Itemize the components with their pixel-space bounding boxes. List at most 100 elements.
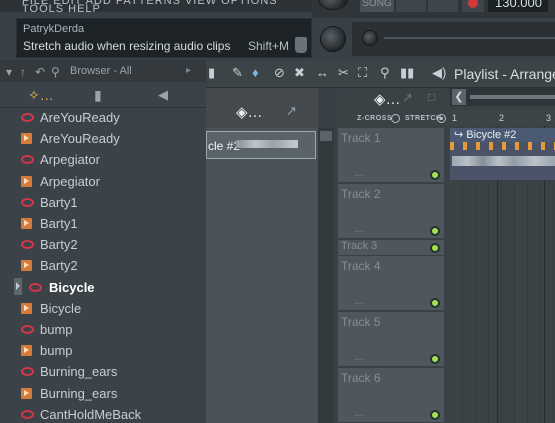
speaker-filter-icon[interactable]: ◀: [158, 87, 168, 103]
draw-tool-icon[interactable]: ✎: [232, 65, 243, 81]
audio-clip-icon: [21, 155, 34, 165]
arranged-clip-name: Bicycle #2: [466, 129, 517, 141]
browser-item-label: Burning_ears: [40, 385, 118, 401]
delete-tool-icon[interactable]: ⊘: [274, 65, 285, 81]
pattern-icon: [21, 387, 32, 399]
hint-user: PatrykDerda: [23, 23, 85, 35]
play-button[interactable]: [396, 0, 426, 12]
browser-item[interactable]: Arpegiator: [0, 172, 206, 193]
undo-arrow-icon[interactable]: ↶: [35, 65, 45, 79]
scroll-left-button[interactable]: ❮: [452, 89, 466, 105]
picker-scrollbar-thumb[interactable]: [320, 131, 332, 141]
hint-panel: PatrykDerda Stretch audio when resizing …: [16, 18, 312, 58]
mute-tool-icon[interactable]: ✖: [294, 65, 305, 81]
main-menu-bar[interactable]: FILE EDIT ADD PATTERNS VIEW OPTIONS TOOL…: [0, 0, 312, 12]
track-name: Track 3: [341, 240, 378, 252]
horizontal-scrollbar[interactable]: [470, 95, 555, 99]
mouse-icon: [295, 37, 307, 53]
browser-item[interactable]: AreYouReady: [0, 108, 206, 129]
ruler-bar-1: 1: [452, 113, 458, 123]
track-name: Track 6: [341, 371, 381, 385]
stop-button[interactable]: [428, 0, 458, 12]
slice-tool-icon[interactable]: ✂: [338, 65, 349, 81]
main-volume-knob[interactable]: [320, 26, 346, 52]
browser-item[interactable]: CantHoldMeBack: [0, 405, 206, 423]
browser-item[interactable]: bump: [0, 320, 206, 341]
track-options-dots[interactable]: ...: [354, 351, 363, 363]
pitch-slider-track[interactable]: [384, 37, 555, 39]
main-menu-text[interactable]: FILE EDIT ADD PATTERNS VIEW OPTIONS TOOL…: [22, 0, 312, 12]
browser-item[interactable]: Burning_ears: [0, 362, 206, 383]
track-enable-led[interactable]: [430, 226, 440, 236]
slip-tool-icon[interactable]: ↔: [316, 65, 329, 80]
zoom-tool-icon[interactable]: ⚲: [380, 65, 390, 81]
zcross-label: Z-CROSS: [357, 115, 392, 122]
search-icon[interactable]: ⚲: [51, 65, 60, 79]
audio-track-icon[interactable]: ◈…: [374, 90, 401, 108]
track-options-dots[interactable]: ...: [354, 407, 363, 419]
playback-tool-icon[interactable]: ▮▮: [400, 65, 414, 81]
ruler-bar-3: 3: [546, 113, 552, 123]
browser-item[interactable]: Barty1: [0, 193, 206, 214]
browser-item-label: Arpegiator: [40, 173, 100, 189]
paint-tool-icon[interactable]: ♦: [252, 65, 259, 80]
browser-item-label: CantHoldMeBack: [40, 406, 142, 422]
browser-item[interactable]: Burning_ears: [0, 384, 206, 405]
track-enable-led[interactable]: [430, 170, 440, 180]
track-header[interactable]: Track 4...: [338, 256, 444, 311]
browser-item-label: AreYouReady: [40, 131, 120, 147]
pattern-icon: [21, 218, 32, 229]
piano-icon[interactable]: □: [428, 90, 435, 104]
track-enable-led[interactable]: [430, 410, 440, 420]
song-mode-button[interactable]: SONG: [360, 0, 394, 12]
browser-item[interactable]: bump: [0, 341, 206, 362]
track-header[interactable]: Track 1...: [338, 128, 444, 183]
browser-item[interactable]: AreYouReady: [0, 129, 206, 150]
track-header[interactable]: Track 6...: [338, 368, 444, 423]
stretch-markers: [450, 142, 555, 150]
track-enable-led[interactable]: [430, 243, 440, 253]
audio-clip-icon: [21, 197, 34, 207]
track-header[interactable]: Track 3: [338, 240, 444, 256]
track-header[interactable]: Track 2...: [338, 184, 444, 239]
browser-title: Browser - All: [70, 65, 132, 77]
browser-item[interactable]: Barty2: [0, 256, 206, 277]
playlist-title: Playlist - Arrange: [454, 66, 555, 82]
browser-item[interactable]: Barty2: [0, 235, 206, 256]
browser-item[interactable]: Arpegiator: [0, 150, 206, 171]
menu-arrow-icon[interactable]: ▾: [6, 65, 12, 79]
track-enable-led[interactable]: [430, 354, 440, 364]
automation-track-icon[interactable]: ↗: [402, 90, 413, 106]
track-options-dots[interactable]: ...: [354, 167, 363, 179]
track-options-dots[interactable]: ...: [354, 295, 363, 307]
browser-item-label: Barty2: [40, 237, 78, 253]
automation-icon[interactable]: ↗: [286, 103, 297, 119]
pitch-knob[interactable]: [362, 30, 378, 46]
zcross-toggle[interactable]: [391, 114, 400, 123]
browser-item-label: Barty1: [40, 216, 78, 231]
picker-scrollbar[interactable]: [318, 128, 334, 423]
tempo-display[interactable]: 130.000: [488, 0, 548, 12]
track-enable-led[interactable]: [430, 298, 440, 308]
up-arrow-icon[interactable]: ↑: [20, 65, 26, 79]
waveform-icon[interactable]: ◈…: [236, 103, 263, 121]
browser-item-label: Barty2: [40, 258, 78, 274]
browser-item-label: bump: [40, 343, 73, 359]
select-tool-icon[interactable]: ⛶: [358, 65, 367, 81]
track-options-dots[interactable]: ...: [354, 223, 363, 235]
browser-item-label: AreYouReady: [40, 110, 120, 125]
browser-header: ▾ ↑ ↶ ⚲ Browser - All ▸: [0, 60, 206, 82]
document-filter-icon[interactable]: ▮: [94, 87, 102, 104]
audio-filter-icon[interactable]: ✧…: [28, 87, 54, 104]
stretch-toggle[interactable]: [437, 114, 446, 123]
audio-clip-icon: [21, 113, 34, 122]
browser-item[interactable]: Bicycle: [0, 278, 206, 299]
track-header[interactable]: Track 5...: [338, 312, 444, 367]
browser-scroll-arrow-icon[interactable]: ▸: [186, 65, 191, 76]
browser-item[interactable]: Barty1: [0, 214, 206, 235]
speaker-icon[interactable]: ◀): [432, 65, 446, 81]
browser-item[interactable]: Bicycle: [0, 299, 206, 320]
arranged-clip-label: ↪ Bicycle #2: [454, 129, 517, 141]
playlist-menu-icon[interactable]: ▮: [208, 65, 215, 81]
audio-clip-icon: [29, 282, 42, 292]
